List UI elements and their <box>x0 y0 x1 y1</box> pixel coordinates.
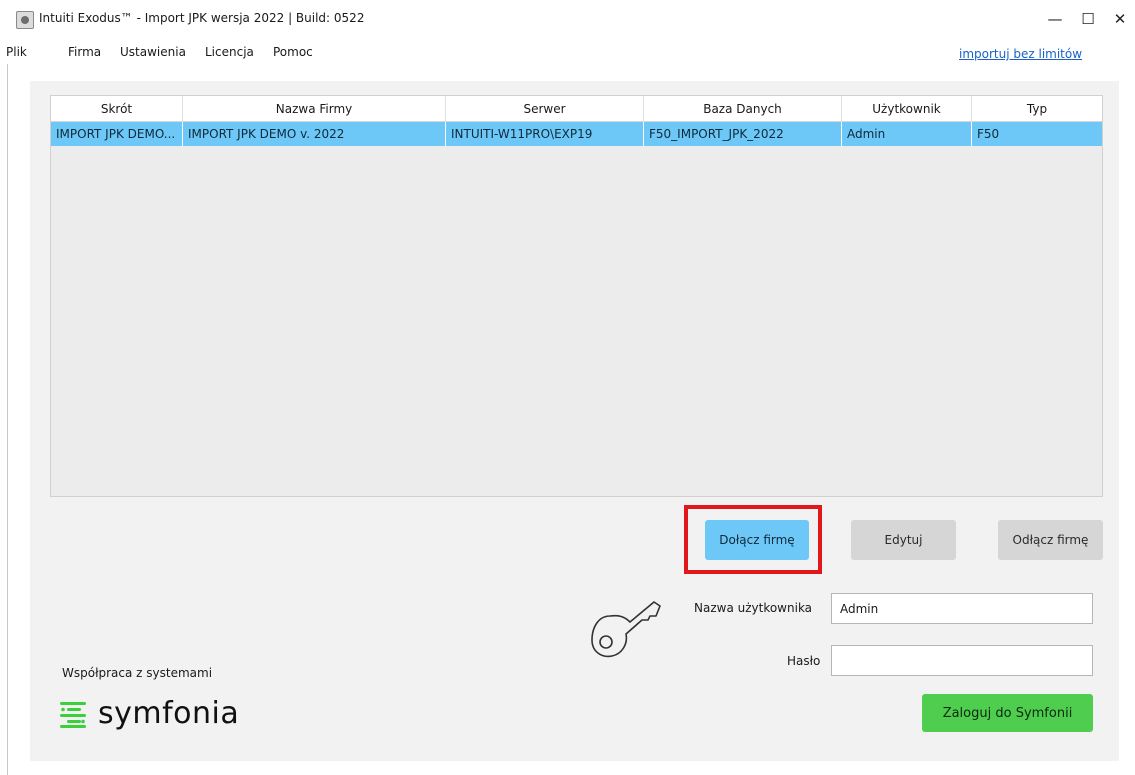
username-input[interactable] <box>831 593 1093 624</box>
column-header-skrot[interactable]: Skrót <box>51 96 183 122</box>
column-header-uzytkownik[interactable]: Użytkownik <box>842 96 972 122</box>
cell-skrot: IMPORT JPK DEMO... <box>51 122 183 146</box>
edit-button[interactable]: Edytuj <box>851 520 956 560</box>
menu-item-pomoc[interactable]: Pomoc <box>273 45 313 59</box>
cell-nazwa-firmy: IMPORT JPK DEMO v. 2022 <box>183 122 446 146</box>
company-grid[interactable]: Skrót Nazwa Firmy Serwer Baza Danych Uży… <box>50 95 1103 497</box>
import-no-limits-link[interactable]: importuj bez limitów <box>959 47 1082 61</box>
login-symfonia-button[interactable]: Zaloguj do Symfonii <box>922 694 1093 732</box>
cell-baza-danych: F50_IMPORT_JPK_2022 <box>644 122 842 146</box>
window-left-border <box>7 64 8 775</box>
column-header-serwer[interactable]: Serwer <box>446 96 644 122</box>
cell-serwer: INTUITI-W11PRO\EXP19 <box>446 122 644 146</box>
username-label: Nazwa użytkownika <box>694 601 813 615</box>
menu-item-ustawienia[interactable]: Ustawienia <box>120 45 186 59</box>
cell-typ: F50 <box>977 127 1000 141</box>
menu-item-licencja[interactable]: Licencja <box>205 45 254 59</box>
table-row[interactable]: IMPORT JPK DEMO... IMPORT JPK DEMO v. 20… <box>51 122 1102 146</box>
password-input[interactable] <box>831 645 1093 676</box>
grid-header: Skrót Nazwa Firmy Serwer Baza Danych Uży… <box>51 96 1102 122</box>
symfonia-logo: symfonia <box>58 694 239 734</box>
password-label: Hasło <box>787 654 821 668</box>
detach-company-button[interactable]: Odłącz firmę <box>998 520 1103 560</box>
cell-uzytkownik: Admin <box>842 122 972 146</box>
menu-item-firma[interactable]: Firma <box>68 45 101 59</box>
app-icon <box>16 11 34 29</box>
symfonia-logo-text: symfonia <box>98 696 240 731</box>
cooperation-label: Współpraca z systemami <box>62 666 213 680</box>
title-bar: Intuiti Exodus™ - Import JPK wersja 2022… <box>0 0 1135 38</box>
attach-company-button[interactable]: Dołącz firmę <box>705 520 809 560</box>
column-header-typ[interactable]: Typ <box>972 96 1102 122</box>
symfonia-logo-icon <box>60 702 86 728</box>
key-icon <box>591 601 661 658</box>
window-title: Intuiti Exodus™ - Import JPK wersja 2022… <box>39 11 365 25</box>
column-header-baza-danych[interactable]: Baza Danych <box>644 96 842 122</box>
column-header-nazwa-firmy[interactable]: Nazwa Firmy <box>183 96 446 122</box>
close-button[interactable]: ✕ <box>1100 6 1135 32</box>
menu-item-plik[interactable]: Plik <box>6 45 27 59</box>
